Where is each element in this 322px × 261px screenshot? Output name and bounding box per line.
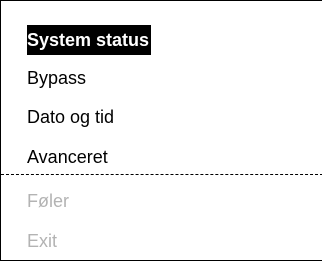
menu-item-advanced[interactable]: Avanceret (27, 142, 108, 172)
menu-panel: System status Bypass Dato og tid Avancer… (0, 0, 322, 261)
menu-item-date-time[interactable]: Dato og tid (27, 102, 114, 132)
menu-item-sensor: Føler (27, 191, 69, 211)
menu-item-bypass[interactable]: Bypass (27, 63, 86, 93)
menu-item-system-status[interactable]: System status (27, 25, 152, 55)
scroll-divider (1, 174, 322, 175)
menu-item-exit: Exit (27, 231, 58, 251)
